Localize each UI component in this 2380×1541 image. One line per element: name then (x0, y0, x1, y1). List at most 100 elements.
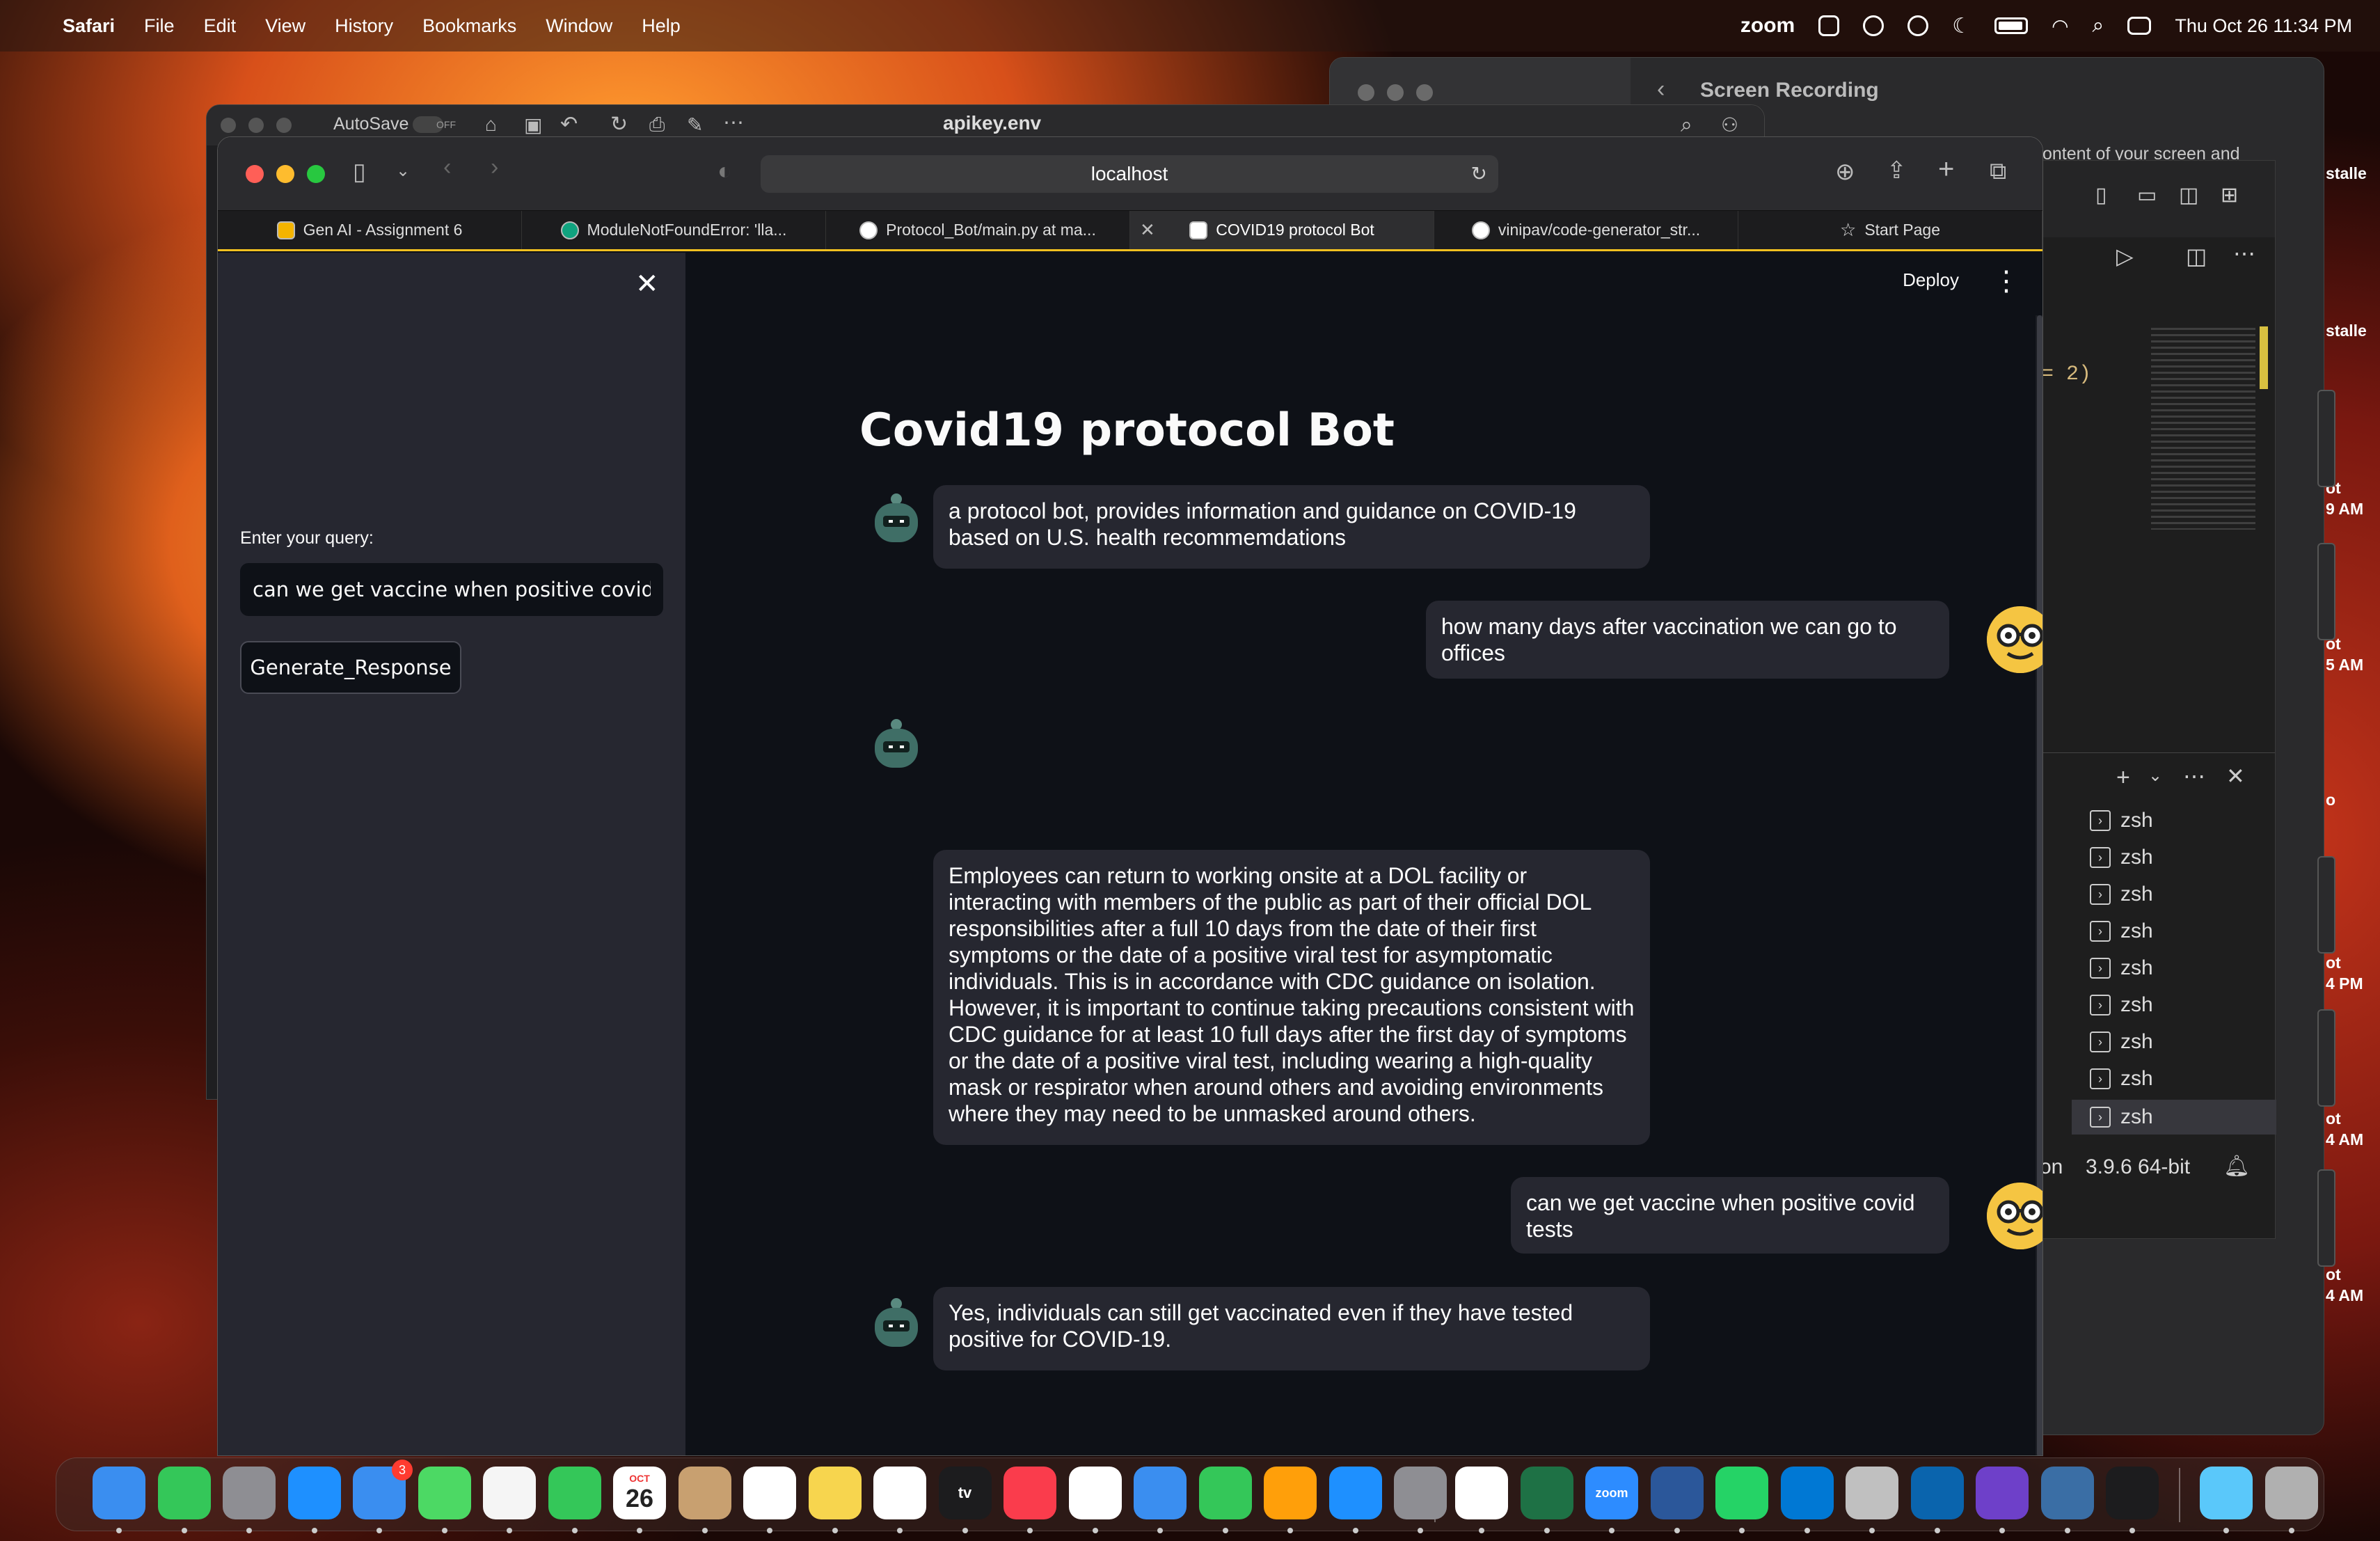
menu-bookmarks[interactable]: Bookmarks (422, 15, 516, 37)
more-icon[interactable]: ⋯ (723, 111, 744, 135)
zoom-status-label[interactable]: zoom (1740, 14, 1795, 38)
messages-icon[interactable] (157, 1467, 211, 1519)
screen-recording-status-icon[interactable] (1907, 15, 1929, 36)
share-icon[interactable]: ⇪ (1887, 157, 1907, 184)
back-icon[interactable]: ‹ (443, 154, 451, 181)
terminal-icon[interactable] (2106, 1467, 2159, 1519)
home-icon[interactable]: ⌂ (485, 113, 497, 136)
tab-module-error[interactable]: ModuleNotFoundError: 'lla... (522, 211, 826, 249)
menu-history[interactable]: History (335, 15, 393, 37)
terminal-item[interactable]: › zsh (2090, 1030, 2153, 1054)
whatsapp-icon[interactable] (1715, 1467, 1768, 1519)
more-actions-icon[interactable]: ⋯ (2233, 240, 2255, 267)
folder-icon[interactable] (2200, 1467, 2253, 1519)
share-people-icon[interactable]: ⚇ (1721, 113, 1738, 136)
zoom-window-button[interactable] (307, 165, 325, 183)
scrollbar-thumb[interactable] (2037, 315, 2042, 1455)
terminal-item[interactable]: › zsh (2090, 809, 2153, 832)
focus-moon-icon[interactable]: ☾ (1952, 14, 1971, 38)
notifications-bell-icon[interactable]: 🔔︎ (2223, 1154, 2250, 1178)
terminal-item[interactable]: › zsh (2090, 1067, 2153, 1091)
sidebar-toggle-icon[interactable]: ▯ (353, 158, 366, 186)
close-tab-icon[interactable]: ✕ (1140, 219, 1155, 241)
excel-icon[interactable] (1520, 1467, 1573, 1519)
new-tab-icon[interactable]: + (1938, 154, 1954, 185)
deploy-button[interactable]: Deploy (1903, 269, 1959, 291)
safari-icon[interactable] (287, 1467, 341, 1519)
terminal-item[interactable]: › zsh (2090, 993, 2153, 1017)
control-center-icon[interactable] (2127, 17, 2152, 35)
zoom-icon[interactable]: zoom (1585, 1467, 1638, 1519)
privacy-shield-icon[interactable]: ◐ (717, 158, 732, 185)
layout-customize-icon[interactable]: ⊞ (2221, 183, 2238, 207)
feather-icon[interactable] (2040, 1467, 2094, 1519)
tab-covid-bot[interactable]: ✕ COVID19 protocol Bot (1130, 211, 1434, 249)
freeform-icon[interactable] (873, 1467, 926, 1519)
tab-group-chevron-icon[interactable]: ⌄ (396, 161, 410, 181)
chatgpt-icon[interactable] (1455, 1467, 1508, 1519)
launchpad-icon[interactable] (223, 1467, 276, 1519)
reminders-icon[interactable] (743, 1467, 796, 1519)
close-sidebar-icon[interactable]: ✕ (635, 268, 659, 300)
battery-icon[interactable] (1994, 17, 2029, 34)
reload-icon[interactable]: ↻ (1471, 162, 1487, 185)
terminal-item[interactable]: › zsh (2090, 846, 2153, 869)
query-input[interactable] (240, 563, 663, 616)
undo-icon[interactable]: ↶ (560, 112, 578, 136)
menu-help[interactable]: Help (642, 15, 681, 37)
close-window-button[interactable] (246, 165, 264, 183)
search-icon[interactable]: ⌕ (1681, 113, 1692, 137)
scrollbar[interactable] (2036, 315, 2042, 1455)
back-chevron-icon[interactable]: ‹ (1657, 76, 1665, 103)
menu-window[interactable]: Window (546, 15, 612, 37)
notes-icon[interactable] (808, 1467, 862, 1519)
settings-icon[interactable] (1394, 1467, 1447, 1519)
tab-overview-icon[interactable]: ⧉ (1990, 158, 2006, 185)
facetime-icon[interactable] (548, 1467, 601, 1519)
pages-traffic-lights[interactable] (221, 118, 292, 133)
gmail-status-icon[interactable] (1818, 15, 1840, 36)
clock[interactable]: Thu Oct 26 11:34 PM (2175, 15, 2352, 37)
terminal-dropdown-icon[interactable]: ⌄ (2148, 766, 2162, 786)
wifi-icon[interactable]: ◠ (2052, 15, 2068, 38)
screen-recording-traffic-lights[interactable] (1358, 84, 1433, 101)
split-editor-icon[interactable]: ◫ (2186, 243, 2207, 269)
tab-protocol-bot-main[interactable]: Protocol_Bot/main.py at ma... (826, 211, 1130, 249)
github-icon[interactable] (1976, 1467, 2029, 1519)
tab-code-generator[interactable]: vinipav/code-generator_str... (1434, 211, 1738, 249)
forward-icon[interactable]: › (491, 154, 498, 181)
save-icon[interactable]: ▣ (524, 113, 542, 136)
finder-icon[interactable] (93, 1467, 145, 1519)
vscode-icon[interactable] (1780, 1467, 1834, 1519)
address-bar[interactable]: localhost ↻ (761, 155, 1498, 193)
tab-gen-ai[interactable]: Gen AI - Assignment 6 (218, 211, 522, 249)
edit-icon[interactable]: ✎ (687, 113, 703, 136)
keynote-icon[interactable] (1134, 1467, 1187, 1519)
numbers-icon[interactable] (1198, 1467, 1252, 1519)
downloads-icon[interactable]: ⊕ (1835, 158, 1855, 186)
downloads-icon[interactable] (1846, 1467, 1898, 1519)
photos-icon[interactable] (483, 1467, 536, 1519)
menu-edit[interactable]: Edit (204, 15, 237, 37)
spotlight-search-icon[interactable]: ⌕ (2093, 14, 2104, 38)
terminal-item[interactable]: › zsh (2090, 919, 2153, 943)
layout-panel-icon[interactable]: ▭ (2137, 183, 2157, 207)
calendar-icon[interactable]: OCT 26 (613, 1467, 666, 1519)
terminal-item[interactable]: › zsh (2090, 956, 2153, 980)
word-icon[interactable] (1650, 1467, 1704, 1519)
minimize-window-button[interactable] (276, 165, 294, 183)
news-icon[interactable] (1068, 1467, 1122, 1519)
appstore-icon[interactable] (1328, 1467, 1382, 1519)
terminal-close-icon[interactable]: ✕ (2226, 763, 2245, 789)
tab-start-page[interactable]: ☆ Start Page (1738, 211, 2042, 249)
terminal-item-selected[interactable]: › zsh (2072, 1100, 2276, 1135)
generate-response-button[interactable]: Generate_Response (240, 641, 461, 694)
run-icon[interactable]: ▷ (2116, 243, 2134, 269)
music-icon[interactable] (1003, 1467, 1056, 1519)
new-terminal-icon[interactable]: + (2116, 764, 2130, 791)
maps-icon[interactable] (418, 1467, 471, 1519)
python-version[interactable]: 3.9.6 64-bit (2086, 1155, 2190, 1179)
menu-view[interactable]: View (265, 15, 306, 37)
print-icon[interactable]: ⎙ (649, 113, 665, 136)
pages-icon[interactable] (1264, 1467, 1317, 1519)
